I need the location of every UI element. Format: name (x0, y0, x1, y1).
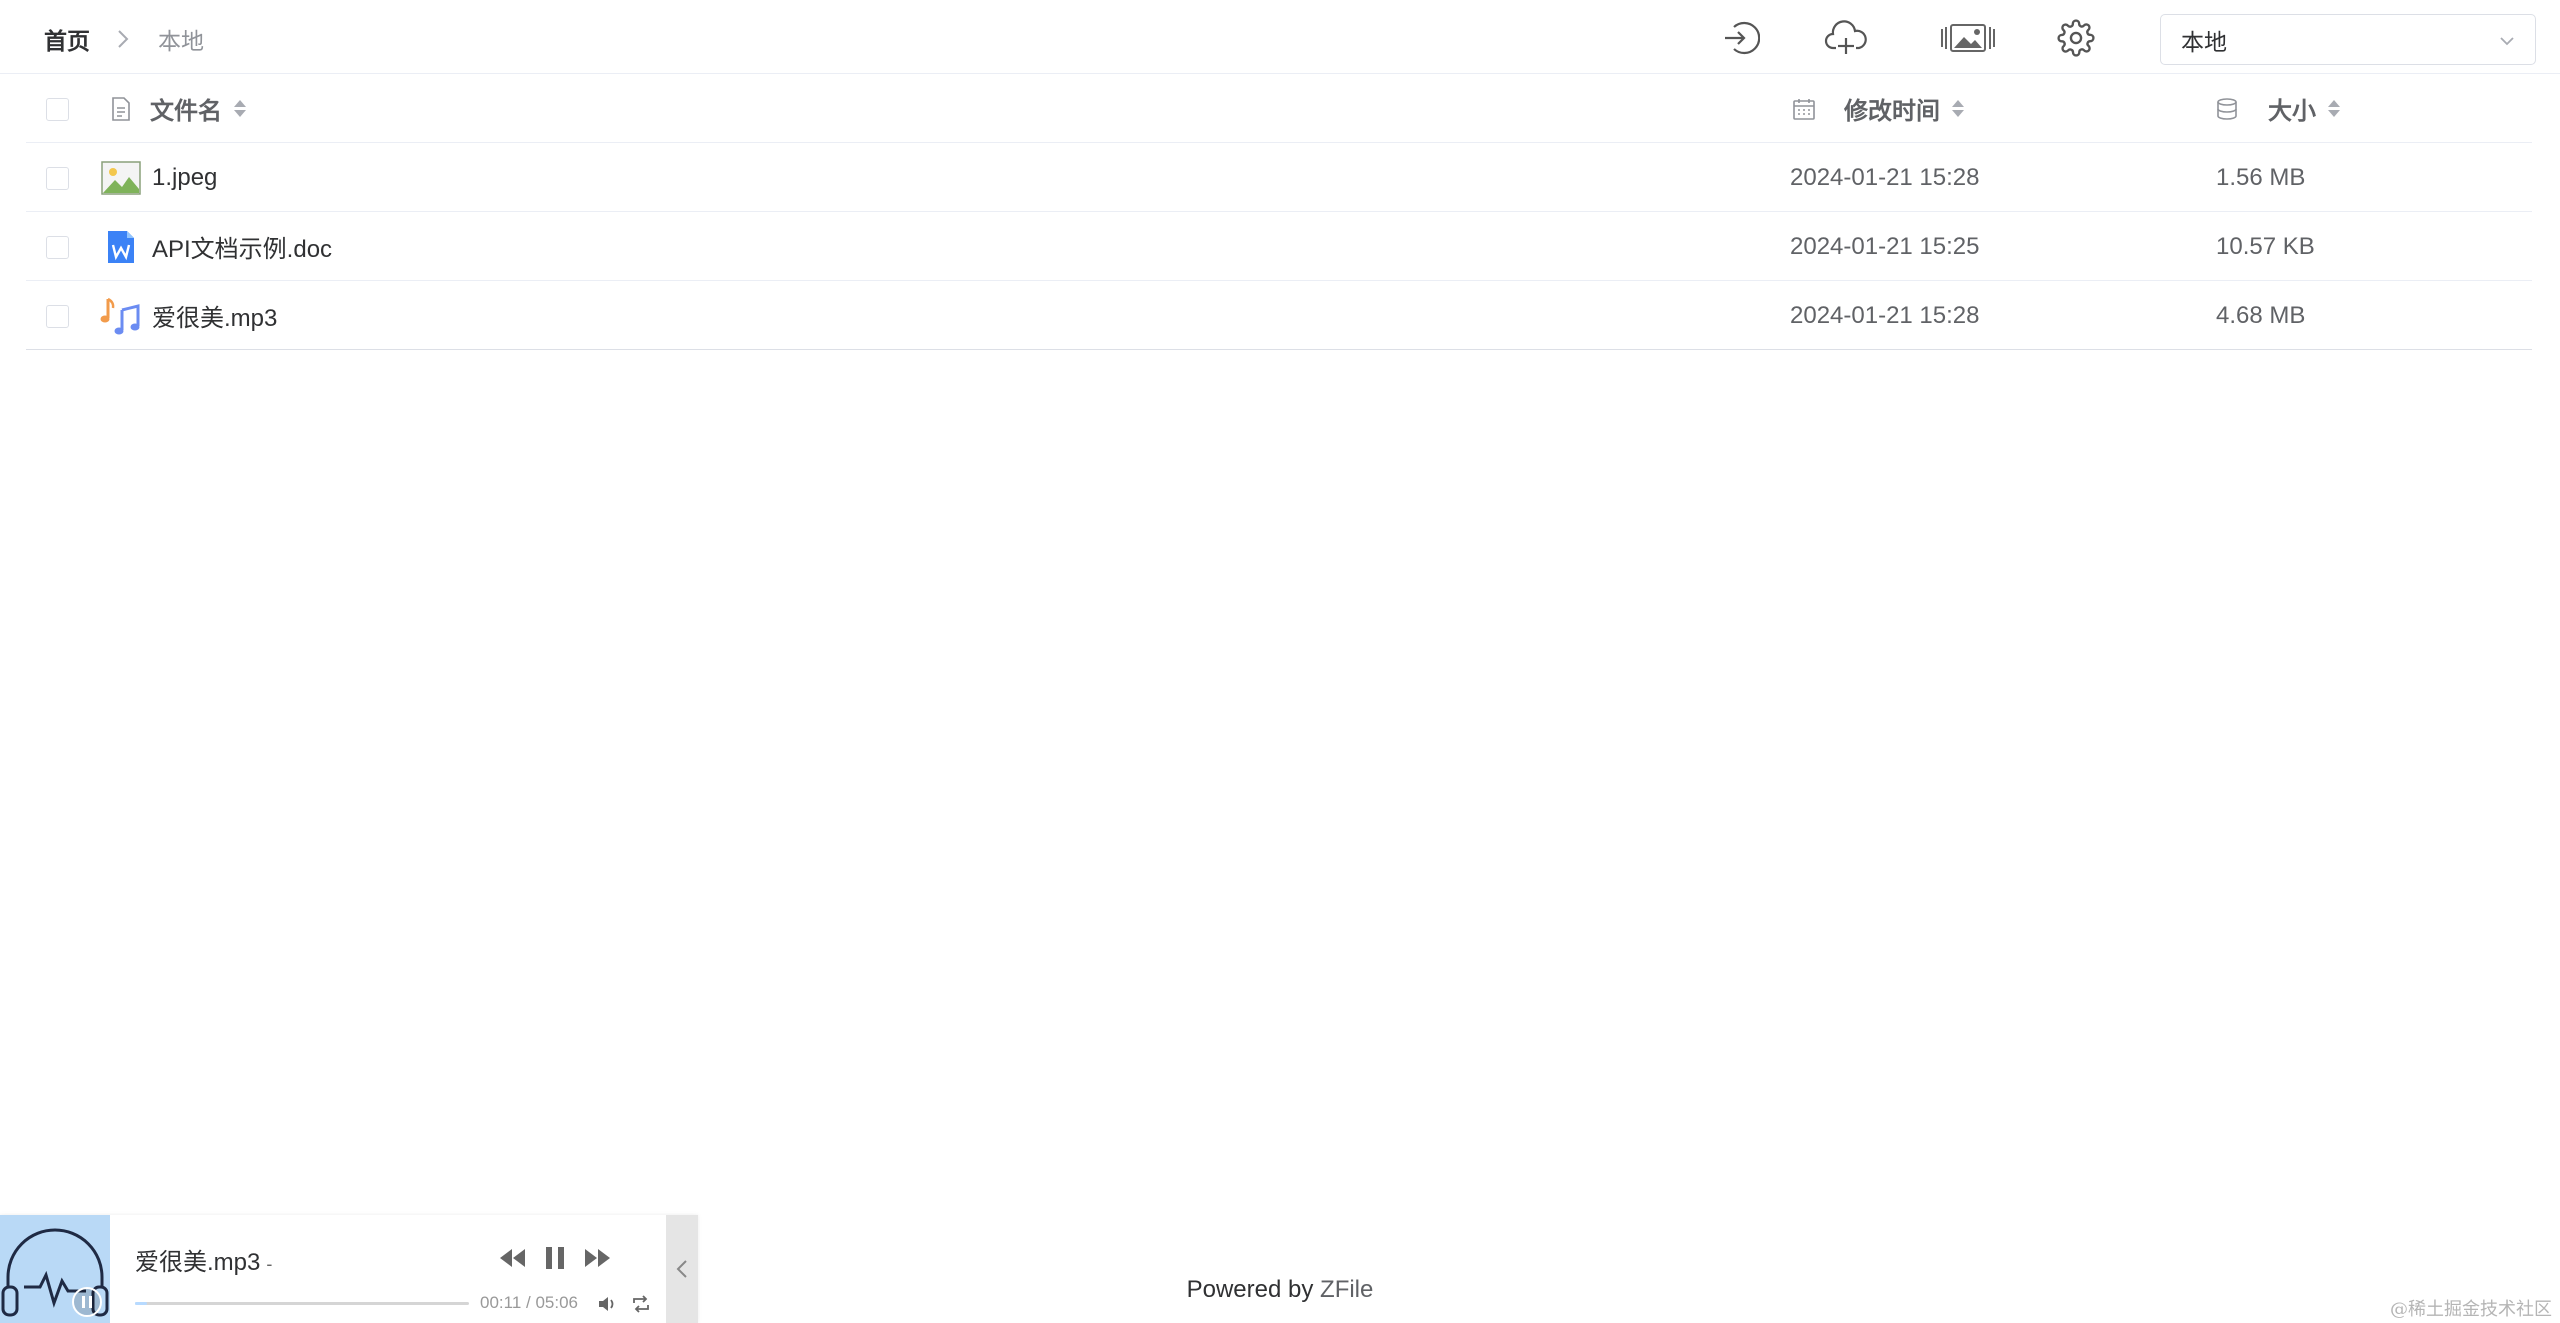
word-file-icon (96, 212, 146, 281)
column-header-size[interactable]: 大小 (2268, 74, 2340, 143)
sort-icon[interactable] (234, 100, 246, 117)
row-checkbox[interactable] (46, 167, 69, 190)
fast-forward-icon[interactable] (582, 1242, 614, 1274)
gear-icon[interactable] (2052, 14, 2100, 62)
column-time-label: 修改时间 (1844, 98, 1940, 125)
column-header-name[interactable]: 文件名 (150, 74, 246, 143)
storage-select-value: 本地 (2181, 28, 2227, 55)
sort-icon[interactable] (2328, 100, 2340, 117)
row-checkbox[interactable] (46, 305, 69, 328)
image-file-icon (96, 143, 146, 212)
page: 首页 本地 本地 文件名 修改时间 大小 1.jpeg 2024-01-21 1… (0, 0, 2560, 1323)
powered-by-footer: Powered by ZFile (0, 1276, 2560, 1304)
file-table: 文件名 修改时间 大小 1.jpeg 2024-01-21 15:28 1.56… (26, 74, 2532, 350)
breadcrumb-current: 本地 (158, 28, 204, 54)
chevron-right-icon (116, 28, 130, 50)
cloud-upload-icon[interactable] (1822, 14, 1870, 62)
login-icon[interactable] (1716, 14, 1764, 62)
breadcrumb: 首页 本地 (44, 22, 204, 56)
column-header-time[interactable]: 修改时间 (1844, 74, 1964, 143)
powered-prefix: Powered by (1186, 1276, 1314, 1303)
file-size: 4.68 MB (2216, 301, 2306, 329)
column-size-label: 大小 (2268, 98, 2316, 125)
storage-select[interactable]: 本地 (2160, 14, 2536, 65)
song-artist: - (266, 1254, 273, 1274)
gallery-icon[interactable] (1938, 14, 1998, 62)
database-icon (2216, 74, 2238, 143)
rewind-icon[interactable] (496, 1242, 528, 1274)
zfile-link[interactable]: ZFile (1320, 1276, 1373, 1303)
file-time: 2024-01-21 15:28 (1790, 301, 1980, 329)
file-size: 1.56 MB (2216, 163, 2306, 191)
pause-icon[interactable] (540, 1242, 570, 1274)
file-name[interactable]: 1.jpeg (152, 143, 217, 212)
song-title-text: 爱很美.mp3 (135, 1249, 261, 1276)
row-checkbox[interactable] (46, 236, 69, 259)
file-name[interactable]: 爱很美.mp3 (152, 281, 277, 350)
file-name[interactable]: API文档示例.doc (152, 212, 332, 281)
sort-icon[interactable] (1952, 100, 1964, 117)
column-name-label: 文件名 (150, 98, 222, 125)
calendar-icon (1792, 74, 1816, 143)
table-row[interactable]: API文档示例.doc 2024-01-21 15:25 10.57 KB (26, 212, 2532, 281)
breadcrumb-home[interactable]: 首页 (44, 22, 90, 56)
collapse-player-button[interactable] (666, 1215, 698, 1323)
file-time: 2024-01-21 15:25 (1790, 232, 1980, 260)
audio-player: 爱很美.mp3- 00:11 / 05:06 (0, 1215, 698, 1323)
document-icon (96, 74, 146, 143)
select-all-checkbox[interactable] (46, 98, 69, 121)
music-file-icon (96, 281, 146, 350)
table-row[interactable]: 1.jpeg 2024-01-21 15:28 1.56 MB (26, 143, 2532, 212)
song-title: 爱很美.mp3- (135, 1242, 272, 1277)
table-header: 文件名 修改时间 大小 (26, 74, 2532, 143)
header: 首页 本地 本地 (0, 0, 2560, 74)
file-size: 10.57 KB (2216, 232, 2315, 260)
watermark: @稀土掘金技术社区 (2390, 1299, 2552, 1320)
file-time: 2024-01-21 15:28 (1790, 163, 1980, 191)
album-cover (0, 1215, 110, 1323)
chevron-down-icon (2497, 30, 2517, 57)
table-row[interactable]: 爱很美.mp3 2024-01-21 15:28 4.68 MB (26, 281, 2532, 350)
